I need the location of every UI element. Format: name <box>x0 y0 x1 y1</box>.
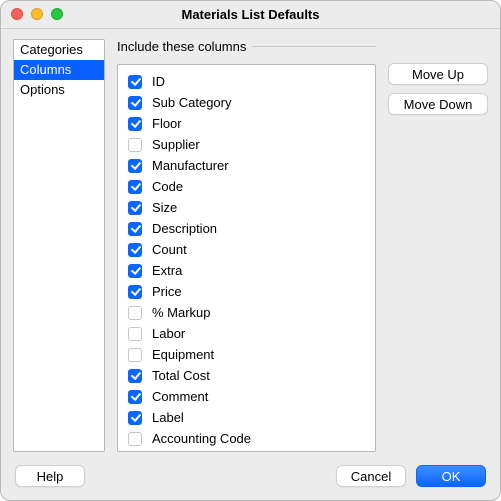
column-label: Description <box>152 221 217 236</box>
column-label: Equipment <box>152 347 214 362</box>
include-columns-group: Include these columns ID Sub Category Floo… <box>117 39 376 452</box>
column-label: Extra <box>152 263 182 278</box>
column-checkbox[interactable] <box>128 96 142 110</box>
column-label: Total Cost <box>152 368 210 383</box>
sidebar-item-label: Categories <box>20 42 83 57</box>
close-icon[interactable] <box>11 8 23 20</box>
column-label: Supplier <box>152 137 200 152</box>
zoom-icon[interactable] <box>51 8 63 20</box>
column-row[interactable]: Count <box>126 239 367 260</box>
column-row[interactable]: Description <box>126 218 367 239</box>
column-label: Sub Category <box>152 95 232 110</box>
column-label: Labor <box>152 326 185 341</box>
column-label: Price <box>152 284 182 299</box>
column-label: Code <box>152 179 183 194</box>
column-checkbox[interactable] <box>128 222 142 236</box>
column-row[interactable]: % Markup <box>126 302 367 323</box>
dialog-window: Materials List Defaults Categories Column… <box>0 0 501 501</box>
window-controls <box>11 8 63 20</box>
column-row[interactable]: Accounting Code <box>126 428 367 449</box>
column-row[interactable]: ID <box>126 71 367 92</box>
column-checkbox[interactable] <box>128 411 142 425</box>
titlebar: Materials List Defaults <box>1 1 500 29</box>
sidebar-item-options[interactable]: Options <box>14 80 104 100</box>
move-down-button[interactable]: Move Down <box>388 93 488 115</box>
include-columns-legend: Include these columns <box>117 39 252 54</box>
column-label: % Markup <box>152 305 211 320</box>
sidebar-item-columns[interactable]: Columns <box>14 60 104 80</box>
sidebar-item-categories[interactable]: Categories <box>14 40 104 60</box>
dialog-footer: Help Cancel OK <box>1 452 500 500</box>
ok-button[interactable]: OK <box>416 465 486 487</box>
column-checkbox[interactable] <box>128 117 142 131</box>
column-label: Floor <box>152 116 182 131</box>
column-checkbox[interactable] <box>128 75 142 89</box>
column-row[interactable]: Extra <box>126 260 367 281</box>
column-checkbox[interactable] <box>128 306 142 320</box>
column-row[interactable]: Code <box>126 176 367 197</box>
cancel-button[interactable]: Cancel <box>336 465 406 487</box>
column-checkbox[interactable] <box>128 159 142 173</box>
column-row[interactable]: Floor <box>126 113 367 134</box>
column-checkbox[interactable] <box>128 348 142 362</box>
columns-panel: Include these columns ID Sub Category Floo… <box>117 39 376 452</box>
sidebar: Categories Columns Options <box>13 39 105 452</box>
column-row[interactable]: Supplier <box>126 134 367 155</box>
sidebar-item-label: Columns <box>20 62 71 77</box>
reorder-buttons: Move Up Move Down <box>388 39 488 452</box>
column-checkbox[interactable] <box>128 264 142 278</box>
sidebar-item-label: Options <box>20 82 65 97</box>
column-checkbox[interactable] <box>128 369 142 383</box>
column-row[interactable]: Total Cost <box>126 365 367 386</box>
column-label: Manufacturer <box>152 158 229 173</box>
column-label: Size <box>152 200 177 215</box>
column-row[interactable]: Equipment <box>126 344 367 365</box>
column-checkbox[interactable] <box>128 285 142 299</box>
column-row[interactable]: Comment <box>126 386 367 407</box>
column-checkbox[interactable] <box>128 138 142 152</box>
content-area: Categories Columns Options Include these c… <box>1 29 500 452</box>
column-checkbox[interactable] <box>128 327 142 341</box>
columns-checklist[interactable]: ID Sub Category Floor Supplier Manufacturer C… <box>117 64 376 452</box>
column-row[interactable]: Size <box>126 197 367 218</box>
minimize-icon[interactable] <box>31 8 43 20</box>
column-row[interactable]: Price <box>126 281 367 302</box>
column-row[interactable]: Label <box>126 407 367 428</box>
column-checkbox[interactable] <box>128 390 142 404</box>
column-row[interactable]: Manufacturer <box>126 155 367 176</box>
column-label: Label <box>152 410 184 425</box>
move-up-button[interactable]: Move Up <box>388 63 488 85</box>
window-title: Materials List Defaults <box>182 7 320 22</box>
column-row[interactable]: Sub Category <box>126 92 367 113</box>
column-label: Comment <box>152 389 208 404</box>
column-checkbox[interactable] <box>128 201 142 215</box>
column-checkbox[interactable] <box>128 243 142 257</box>
main-panel: Include these columns ID Sub Category Floo… <box>117 39 488 452</box>
column-row[interactable]: Labor <box>126 323 367 344</box>
column-checkbox[interactable] <box>128 180 142 194</box>
column-label: Accounting Code <box>152 431 251 446</box>
help-button[interactable]: Help <box>15 465 85 487</box>
column-checkbox[interactable] <box>128 432 142 446</box>
column-label: Count <box>152 242 187 257</box>
column-label: ID <box>152 74 165 89</box>
